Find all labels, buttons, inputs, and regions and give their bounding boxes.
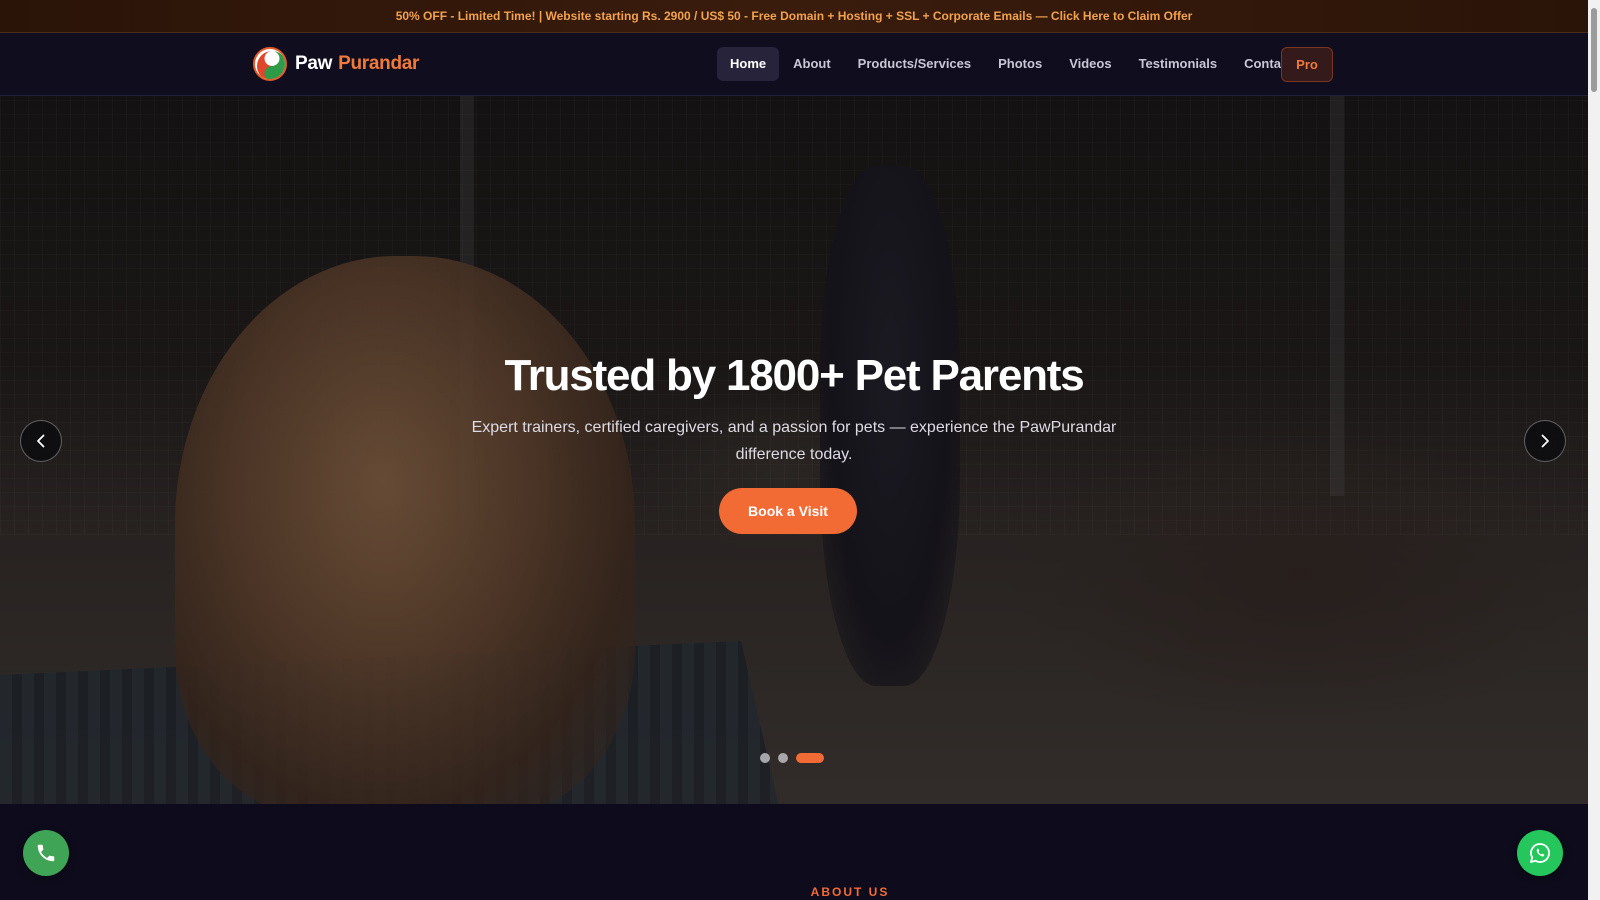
slider-dot-3[interactable] [796,753,824,763]
slider-dot-2[interactable] [778,753,788,763]
about-section-label: ABOUT US [810,885,890,899]
phone-icon [37,844,55,862]
logo-text: Paw Purandar [295,53,419,75]
whatsapp-button[interactable] [1517,830,1563,876]
nav-products-services[interactable]: Products/Services [845,47,984,81]
logo-text-paw: Paw [295,53,333,74]
slider-next-button[interactable] [1524,420,1566,462]
whatsapp-icon [1530,843,1550,863]
about-section: ABOUT US [0,804,1588,900]
hero-title: Trusted by 1800+ Pet Parents [504,351,1084,400]
scrollbar-thumb[interactable] [1591,8,1597,92]
book-visit-button[interactable]: Book a Visit [719,488,857,534]
page-scrollbar[interactable] [1588,0,1600,900]
nav-photos[interactable]: Photos [985,47,1055,81]
slider-dot-1[interactable] [760,753,770,763]
page: 50% OFF - Limited Time! | Website starti… [0,0,1600,900]
hero-subtitle: Expert trainers, certified caregivers, a… [471,419,1117,463]
nav-testimonials[interactable]: Testimonials [1126,47,1231,81]
site-header: Paw Purandar Home About Products/Services… [0,33,1588,96]
chevron-right-icon [1541,434,1549,448]
promo-banner[interactable]: 50% OFF - Limited Time! | Website starti… [0,0,1588,33]
logo-text-purandar: Purandar [338,53,420,74]
promo-text[interactable]: 50% OFF - Limited Time! | Website starti… [396,9,1193,23]
nav-videos[interactable]: Videos [1056,47,1124,81]
pro-button[interactable]: Pro [1281,47,1333,82]
logo[interactable]: Paw Purandar [253,47,419,81]
slider-prev-button[interactable] [20,420,62,462]
nav-home[interactable]: Home [717,47,780,81]
chevron-left-icon [37,434,45,448]
main-nav: Home About Products/Services Photos Vide… [717,47,1306,81]
hero-slider: Trusted by 1800+ Pet Parents Expert trai… [0,96,1588,804]
nav-about[interactable]: About [780,47,844,81]
logo-mark-icon [253,47,287,81]
call-button[interactable] [23,830,69,876]
slider-dots [760,753,824,763]
